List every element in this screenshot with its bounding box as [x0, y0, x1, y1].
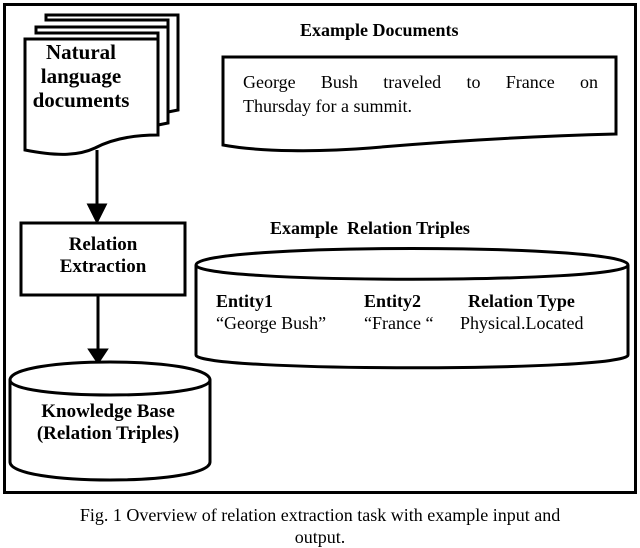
triple-column-relation-type: Relation Type Physical.Located: [460, 290, 583, 334]
relation-extraction-label: Relation Extraction: [22, 234, 184, 278]
docs-label-line: language: [40, 64, 122, 89]
triple-column-entity1: Entity1 “George Bush”: [216, 290, 326, 334]
example-text-line: Thursday for a summit.: [243, 96, 412, 116]
figure-caption: Fig. 1 Overview of relation extraction t…: [0, 504, 640, 548]
arrowhead-2: [87, 348, 109, 365]
column-header: Relation Type: [468, 291, 575, 311]
example-documents-title: Example Documents: [300, 20, 459, 40]
column-header: Entity2: [364, 291, 422, 311]
example-document-text: George Bush traveled to France on Thursd…: [243, 70, 598, 118]
knowledge-base-label: Knowledge Base (Relation Triples): [10, 401, 206, 445]
example-text-line: George Bush traveled to France on: [243, 72, 598, 92]
caption-line: Fig. 1 Overview of relation extraction t…: [79, 505, 561, 525]
docs-label-line: documents: [32, 88, 130, 113]
docs-label-line: Natural: [46, 40, 116, 64]
example-triples-title: Example Relation Triples: [270, 218, 470, 238]
column-value: “George Bush”: [216, 313, 327, 333]
column-header: Entity1: [216, 291, 274, 311]
caption-line: output.: [294, 527, 346, 547]
column-value: “France “: [364, 313, 434, 333]
kb-label-line: Knowledge Base: [41, 401, 175, 422]
column-value: Physical.Located: [460, 313, 584, 333]
arrowhead-1: [86, 203, 108, 225]
process-label-line: Extraction: [59, 255, 147, 277]
input-documents-label: Natural language documents: [16, 40, 146, 112]
process-label-line: Relation: [68, 234, 138, 255]
kb-label-line: (Relation Triples): [36, 422, 180, 444]
triple-column-entity2: Entity2 “France “: [364, 290, 433, 334]
